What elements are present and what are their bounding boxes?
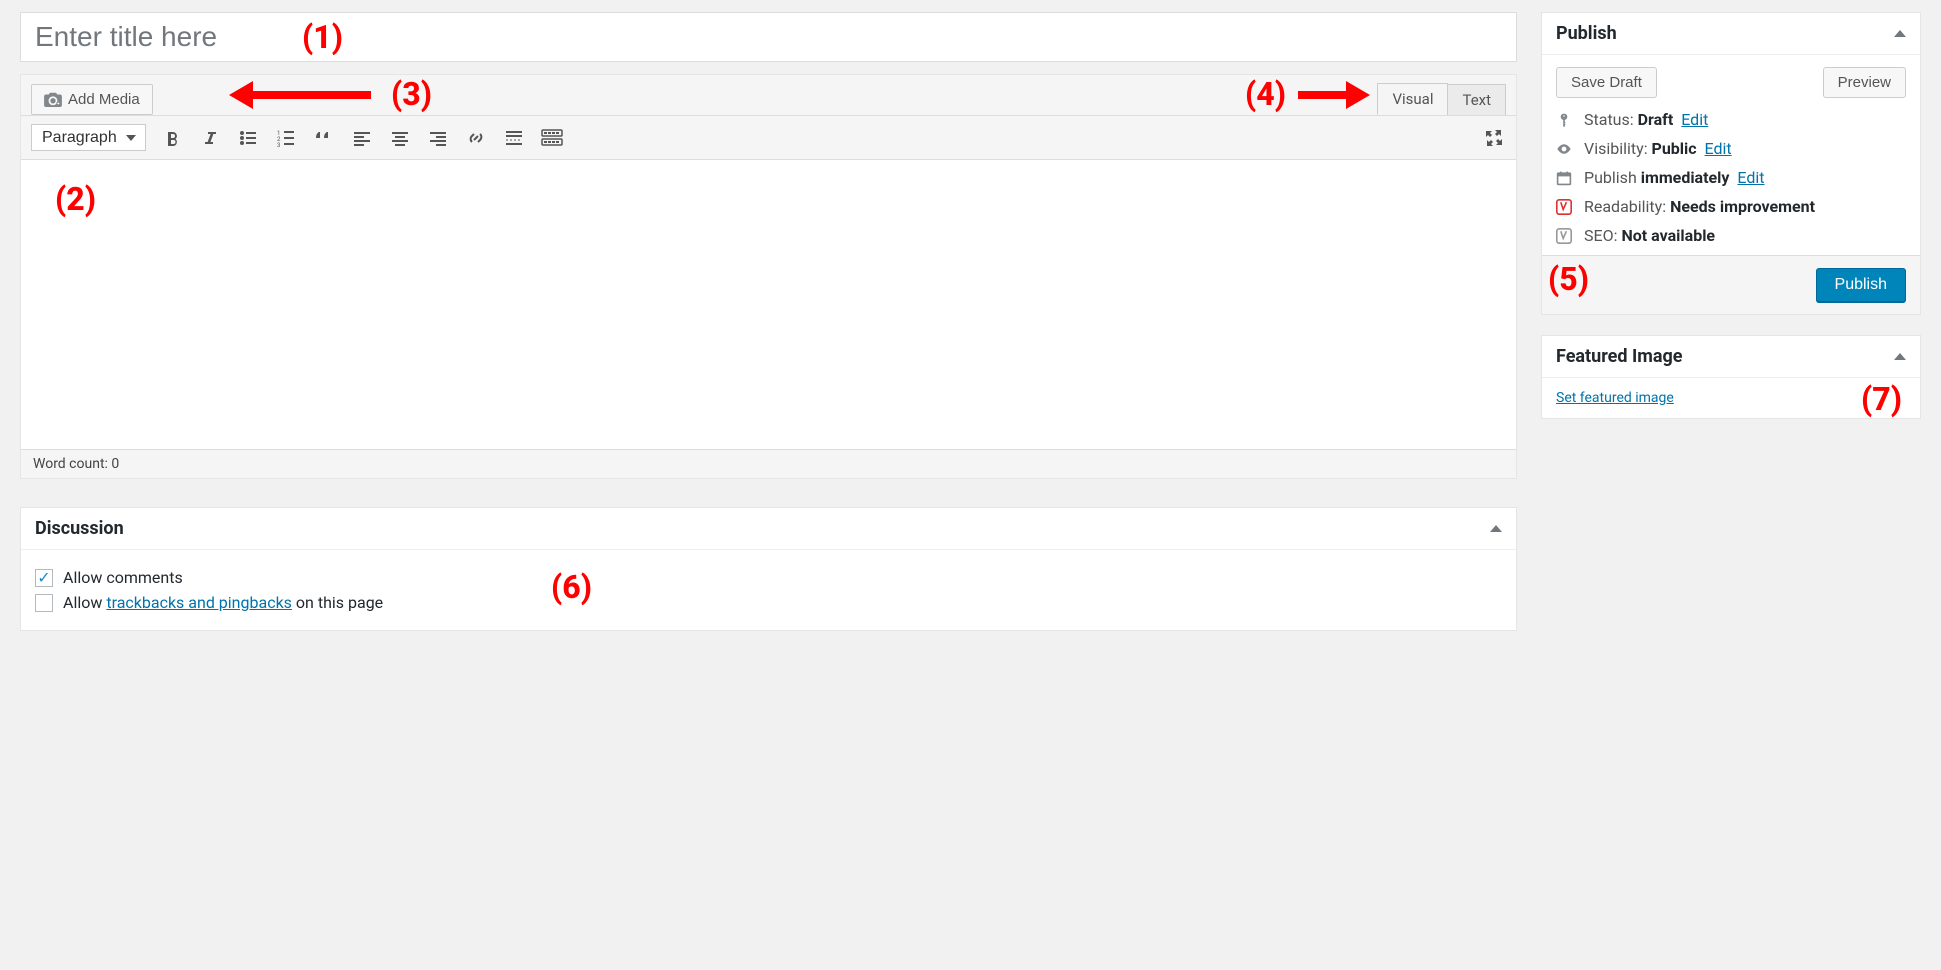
toolbar-toggle-icon[interactable] bbox=[540, 126, 564, 150]
discussion-header[interactable]: Discussion bbox=[21, 508, 1516, 550]
seo-label: SEO: bbox=[1584, 226, 1621, 245]
tab-text[interactable]: Text bbox=[1447, 84, 1506, 115]
add-media-label: Add Media bbox=[68, 91, 140, 108]
status-edit-link[interactable]: Edit bbox=[1681, 110, 1708, 129]
visibility-value: Public bbox=[1652, 139, 1697, 158]
schedule-label: Publish bbox=[1584, 168, 1641, 187]
calendar-icon bbox=[1556, 170, 1574, 186]
publish-header[interactable]: Publish bbox=[1542, 13, 1920, 55]
format-select[interactable]: Paragraph bbox=[31, 124, 146, 151]
annotation-arrowhead-3 bbox=[229, 81, 253, 109]
fullscreen-icon[interactable] bbox=[1482, 126, 1506, 150]
annotation-4: (4) bbox=[1245, 75, 1286, 113]
schedule-edit-link[interactable]: Edit bbox=[1737, 168, 1764, 187]
trackbacks-link[interactable]: trackbacks and pingbacks bbox=[106, 593, 292, 612]
discussion-title: Discussion bbox=[35, 518, 124, 539]
readability-row: Readability: Needs improvement bbox=[1584, 197, 1815, 216]
save-draft-button[interactable]: Save Draft bbox=[1556, 67, 1657, 98]
bold-icon[interactable] bbox=[160, 126, 184, 150]
align-left-icon[interactable] bbox=[350, 126, 374, 150]
seo-value: Not available bbox=[1621, 226, 1715, 245]
camera-icon bbox=[44, 91, 62, 107]
seo-row: SEO: Not available bbox=[1584, 226, 1715, 245]
schedule-row: Publish immediately Edit bbox=[1584, 168, 1765, 187]
schedule-value: immediately bbox=[1641, 168, 1730, 187]
status-value: Draft bbox=[1638, 110, 1674, 129]
content-editor[interactable]: (2) bbox=[21, 159, 1516, 449]
readability-value: Needs improvement bbox=[1670, 197, 1815, 216]
featured-image-title: Featured Image bbox=[1556, 346, 1682, 367]
post-title-input[interactable] bbox=[21, 13, 1516, 61]
visibility-edit-link[interactable]: Edit bbox=[1705, 139, 1732, 158]
annotation-2: (2) bbox=[55, 180, 96, 218]
svg-text:3: 3 bbox=[277, 142, 280, 148]
status-row: Status: Draft Edit bbox=[1584, 110, 1708, 129]
yoast-readability-icon bbox=[1556, 199, 1574, 215]
blockquote-icon[interactable] bbox=[312, 126, 336, 150]
post-title-wrap bbox=[20, 12, 1517, 62]
publish-title: Publish bbox=[1556, 23, 1617, 44]
eye-icon bbox=[1556, 141, 1574, 157]
allow-pingbacks-prefix: Allow bbox=[63, 593, 106, 612]
add-media-button[interactable]: Add Media bbox=[31, 84, 153, 115]
allow-pingbacks-label: Allow trackbacks and pingbacks on this p… bbox=[63, 593, 383, 612]
key-icon bbox=[1556, 112, 1574, 128]
status-label: Status: bbox=[1584, 110, 1638, 129]
featured-image-metabox: Featured Image Set featured image (7) bbox=[1541, 335, 1921, 419]
allow-comments-label: Allow comments bbox=[63, 568, 183, 587]
annotation-5: (5) bbox=[1548, 260, 1589, 298]
tab-visual[interactable]: Visual bbox=[1377, 83, 1448, 115]
annotation-3: (3) bbox=[391, 75, 432, 113]
readability-label: Readability: bbox=[1584, 197, 1670, 216]
publish-metabox: Publish Save Draft Preview Status: Draft… bbox=[1541, 12, 1921, 315]
align-center-icon[interactable] bbox=[388, 126, 412, 150]
annotation-arrowhead-4 bbox=[1346, 81, 1370, 109]
collapse-icon bbox=[1894, 353, 1906, 360]
allow-pingbacks-suffix: on this page bbox=[292, 593, 383, 612]
link-icon[interactable] bbox=[464, 126, 488, 150]
word-count-value: 0 bbox=[111, 456, 119, 472]
featured-image-header[interactable]: Featured Image bbox=[1542, 336, 1920, 378]
word-count-label: Word count: bbox=[33, 456, 111, 472]
editor-container: Add Media (3) (4) Visual Text bbox=[20, 74, 1517, 479]
annotation-arrow-3 bbox=[251, 91, 371, 99]
yoast-seo-icon bbox=[1556, 228, 1574, 244]
read-more-icon[interactable] bbox=[502, 126, 526, 150]
allow-comments-checkbox[interactable] bbox=[35, 569, 53, 587]
bulleted-list-icon[interactable] bbox=[236, 126, 260, 150]
publish-button[interactable]: Publish bbox=[1816, 268, 1906, 302]
word-count: Word count: 0 bbox=[21, 449, 1516, 478]
numbered-list-icon[interactable]: 123 bbox=[274, 126, 298, 150]
discussion-metabox: Discussion Allow comments Allow trackbac… bbox=[20, 507, 1517, 631]
allow-pingbacks-checkbox[interactable] bbox=[35, 594, 53, 612]
collapse-icon bbox=[1490, 525, 1502, 532]
align-right-icon[interactable] bbox=[426, 126, 450, 150]
visibility-row: Visibility: Public Edit bbox=[1584, 139, 1732, 158]
italic-icon[interactable] bbox=[198, 126, 222, 150]
annotation-arrow-4 bbox=[1298, 91, 1348, 99]
set-featured-image-link[interactable]: Set featured image bbox=[1556, 390, 1674, 406]
preview-button[interactable]: Preview bbox=[1823, 67, 1906, 98]
visibility-label: Visibility: bbox=[1584, 139, 1652, 158]
collapse-icon bbox=[1894, 30, 1906, 37]
tab-visual-label: Visual bbox=[1392, 90, 1433, 108]
tab-text-label: Text bbox=[1462, 91, 1491, 109]
